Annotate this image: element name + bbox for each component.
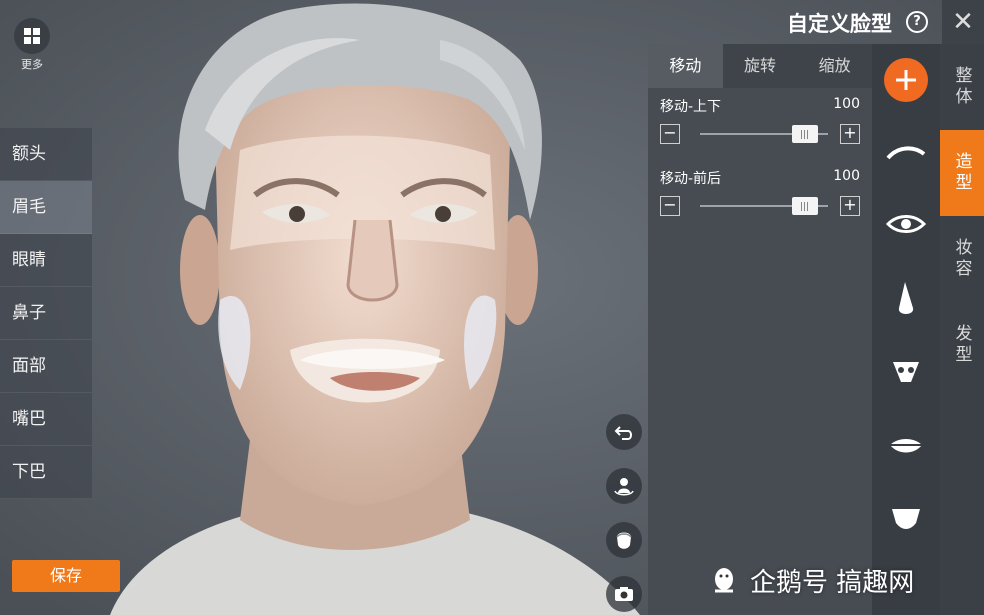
nose-icon[interactable] xyxy=(884,278,928,322)
eyebrow-icon[interactable] xyxy=(884,130,928,174)
screenshot-button[interactable] xyxy=(606,576,642,612)
tab-move[interactable]: 移动 xyxy=(648,44,723,88)
close-button[interactable]: ✕ xyxy=(942,0,984,44)
increase-button[interactable]: + xyxy=(840,124,860,144)
transform-tabs: 移动 旋转 缩放 xyxy=(648,44,872,88)
close-icon: ✕ xyxy=(952,7,974,37)
face-part-forehead[interactable]: 额头 xyxy=(0,128,92,181)
title-bar: 自定义脸型 ? xyxy=(650,0,942,44)
help-icon[interactable]: ? xyxy=(906,11,928,33)
slider-move-depth: 移动-前后 100 − + xyxy=(660,168,860,216)
lips-icon[interactable] xyxy=(884,424,928,468)
feature-icon-column xyxy=(872,44,940,615)
category-column: 整体 造型 妆容 发型 xyxy=(940,44,984,615)
camera-icon xyxy=(615,587,633,601)
slider-thumb[interactable] xyxy=(791,197,818,215)
page-title: 自定义脸型 xyxy=(787,12,892,36)
increase-button[interactable]: + xyxy=(840,196,860,216)
slider-thumb[interactable] xyxy=(791,125,818,143)
save-button[interactable]: 保存 xyxy=(12,560,120,592)
category-overall[interactable]: 整体 xyxy=(940,44,984,130)
penguin-logo-icon xyxy=(715,567,733,592)
slider-move-vertical: 移动-上下 100 − + xyxy=(660,96,860,144)
tab-rotate[interactable]: 旋转 xyxy=(723,44,798,88)
person-rotate-icon xyxy=(614,478,634,496)
slider-value: 100 xyxy=(833,96,860,112)
grid-icon xyxy=(14,18,50,54)
rotate-view-button[interactable] xyxy=(606,468,642,504)
face-part-mouth[interactable]: 嘴巴 xyxy=(0,393,92,446)
slider-track[interactable] xyxy=(700,197,828,215)
watermark: 企鹅号 搞趣网 xyxy=(708,562,914,599)
undo-button[interactable] xyxy=(606,414,642,450)
slider-label: 移动-前后 xyxy=(660,171,722,187)
tab-scale[interactable]: 缩放 xyxy=(797,44,872,88)
face-part-list: 额头 眉毛 眼睛 鼻子 面部 嘴巴 下巴 xyxy=(0,128,92,499)
eye-icon[interactable] xyxy=(884,202,928,246)
face-part-eyes[interactable]: 眼睛 xyxy=(0,234,92,287)
more-label: 更多 xyxy=(21,58,43,71)
category-shape[interactable]: 造型 xyxy=(940,130,984,216)
nostril-icon[interactable] xyxy=(884,350,928,394)
decrease-button[interactable]: − xyxy=(660,124,680,144)
face-part-eyebrows[interactable]: 眉毛 xyxy=(0,181,92,234)
hair-toggle-button[interactable] xyxy=(606,522,642,558)
slider-label: 移动-上下 xyxy=(660,99,722,115)
decrease-button[interactable]: − xyxy=(660,196,680,216)
adjust-panel: 移动 旋转 缩放 移动-上下 100 − + 移动-前后 100 − + xyxy=(648,44,872,615)
category-makeup[interactable]: 妆容 xyxy=(940,216,984,302)
face-part-nose[interactable]: 鼻子 xyxy=(0,287,92,340)
forehead-icon[interactable] xyxy=(884,58,928,102)
watermark-text: 企鹅号 搞趣网 xyxy=(750,568,915,598)
head-icon xyxy=(616,532,632,549)
slider-track[interactable] xyxy=(700,125,828,143)
slider-value: 100 xyxy=(833,168,860,184)
chin-icon[interactable] xyxy=(884,496,928,540)
face-part-face[interactable]: 面部 xyxy=(0,340,92,393)
category-hairstyle[interactable]: 发型 xyxy=(940,302,984,388)
undo-icon xyxy=(614,426,632,440)
more-button[interactable]: 更多 xyxy=(12,18,52,72)
face-part-chin[interactable]: 下巴 xyxy=(0,446,92,499)
